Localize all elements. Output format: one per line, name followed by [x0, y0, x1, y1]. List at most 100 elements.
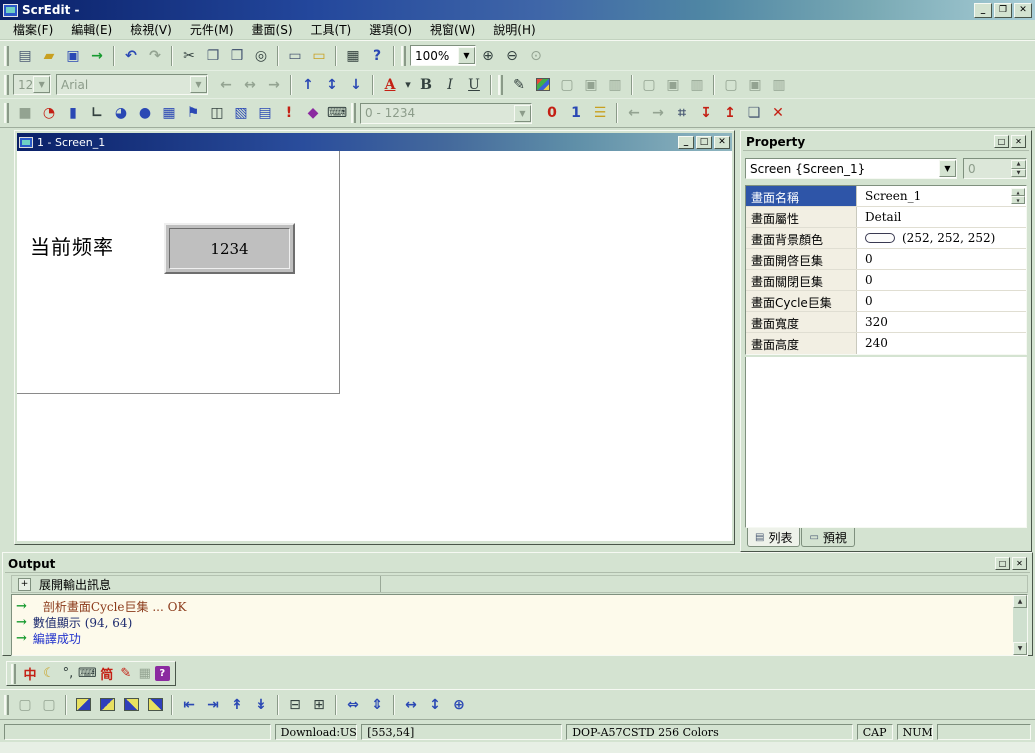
menu-options[interactable]: 選項(O) [360, 19, 421, 40]
output-column-divider[interactable] [380, 576, 381, 592]
property-close-button[interactable]: ✕ [1011, 135, 1026, 148]
chevron-down-icon[interactable]: ▼ [939, 160, 956, 177]
ime-language-icon[interactable]: 中 [21, 664, 39, 683]
align-bottom-icon[interactable]: ↡ [249, 694, 273, 716]
tab-list[interactable]: ▤ 列表 [747, 528, 800, 547]
copy-icon[interactable]: ❐ [201, 45, 225, 67]
background-color-swatch[interactable] [865, 233, 895, 243]
zoom-in-icon[interactable]: ⊕ [476, 45, 500, 67]
align-text-left-icon[interactable]: ← [214, 74, 238, 96]
property-row-open-macro[interactable]: 畫面開啓巨集 0 [746, 249, 1026, 270]
ime-charset-icon[interactable]: 简 [98, 664, 116, 683]
pie-element-icon[interactable]: ◕ [109, 102, 133, 124]
ime-shape-icon[interactable]: ☾ [40, 664, 58, 683]
toolbar-grip[interactable] [4, 103, 9, 123]
ime-grip[interactable] [11, 664, 16, 684]
close-button[interactable]: ✕ [1014, 3, 1032, 18]
same-width-icon[interactable]: ⇔ [341, 694, 365, 716]
group-icon[interactable]: ▢ [13, 694, 37, 716]
bring-forward-icon[interactable] [119, 694, 143, 716]
property-row-attribute[interactable]: 畫面屬性 Detail [746, 207, 1026, 228]
toolbar-grip[interactable] [4, 695, 9, 715]
property-row-background-color[interactable]: 畫面背景顏色 (252, 252, 252) [746, 228, 1026, 249]
state-frame-1-icon[interactable]: ▢ [637, 74, 661, 96]
pattern-element-icon[interactable]: ▦ [157, 102, 181, 124]
display-element-icon[interactable]: ◫ [205, 102, 229, 124]
output-expand-row[interactable]: + 展開輸出訊息 [11, 575, 1028, 593]
keyboard-element-icon[interactable]: ⌨ [325, 102, 349, 124]
animation-element-icon[interactable]: ◆ [301, 102, 325, 124]
output-message[interactable]: → 數值顯示 (94, 64) [14, 614, 1011, 630]
static-text-element[interactable]: 当前频率 [30, 231, 114, 260]
state-frame-3-icon[interactable]: ▥ [685, 74, 709, 96]
state-1-icon[interactable]: 1 [564, 102, 588, 124]
menu-view[interactable]: 檢視(V) [121, 19, 181, 40]
bar-element-icon[interactable]: ▮ [61, 102, 85, 124]
align-text-top-icon[interactable]: ↑ [296, 74, 320, 96]
property-maximize-button[interactable]: □ [994, 135, 1009, 148]
zoom-out-icon[interactable]: ⊖ [500, 45, 524, 67]
menu-help[interactable]: 說明(H) [484, 19, 544, 40]
input-element-icon[interactable]: ⚑ [181, 102, 205, 124]
underline-icon[interactable]: U [462, 74, 486, 96]
transparent-draw-icon[interactable]: ✎ [507, 74, 531, 96]
pattern-frame-1-icon[interactable]: ▢ [719, 74, 743, 96]
stretch-height-icon[interactable]: ↕ [423, 694, 447, 716]
italic-icon[interactable]: I [438, 74, 462, 96]
compile-icon[interactable]: ⌗ [670, 102, 694, 124]
cut-icon[interactable]: ✂ [177, 45, 201, 67]
font-name-combo[interactable]: Arial ▼ [56, 74, 208, 95]
object-selector-combo[interactable]: Screen {Screen_1} ▼ [745, 158, 957, 179]
zoom-level-combo[interactable]: 100% ▼ [410, 45, 476, 66]
output-scrollbar[interactable]: ▲ ▼ [1013, 595, 1027, 655]
property-row-cycle-macro[interactable]: 畫面Cycle巨集 0 [746, 291, 1026, 312]
center-horizontal-icon[interactable]: ⊟ [283, 694, 307, 716]
toolbar-grip[interactable] [351, 103, 356, 123]
property-row-name[interactable]: 畫面名稱 Screen_1 ▲ ▼ [746, 186, 1026, 207]
toolbar-grip[interactable] [4, 75, 9, 95]
meter-element-icon[interactable]: ◔ [37, 102, 61, 124]
align-right-icon[interactable]: ⇥ [201, 694, 225, 716]
align-text-center-icon[interactable]: ↔ [238, 74, 262, 96]
same-height-icon[interactable]: ⇕ [365, 694, 389, 716]
font-color-icon[interactable]: A [378, 74, 402, 96]
doc-maximize-button[interactable]: □ [696, 136, 712, 149]
button-element-icon[interactable]: ■ [13, 102, 37, 124]
bring-to-front-icon[interactable] [71, 694, 95, 716]
toolbar-grip[interactable] [401, 46, 406, 66]
color-setup-icon[interactable] [531, 74, 555, 96]
property-panel-header[interactable]: Property □ ✕ [743, 133, 1029, 151]
font-color-dropdown-icon[interactable]: ▾ [402, 74, 414, 96]
alarm-element-icon[interactable]: ! [277, 102, 301, 124]
numeric-display-element[interactable]: 1234 [164, 223, 295, 274]
align-top-icon[interactable]: ↟ [225, 694, 249, 716]
chevron-down-icon[interactable]: ▼ [458, 47, 475, 64]
pattern-frame-3-icon[interactable]: ▥ [767, 74, 791, 96]
expand-icon[interactable]: + [18, 578, 31, 591]
menu-screen[interactable]: 畫面(S) [243, 19, 302, 40]
frame-style-3-icon[interactable]: ▥ [603, 74, 627, 96]
send-backward-icon[interactable] [143, 694, 167, 716]
pattern-frame-2-icon[interactable]: ▣ [743, 74, 767, 96]
property-row-width[interactable]: 畫面寬度 320 [746, 312, 1026, 333]
save-icon[interactable]: ▣ [61, 45, 85, 67]
ime-punctuation-icon[interactable]: °, [59, 664, 77, 683]
keypad-element-icon[interactable]: ▤ [253, 102, 277, 124]
output-close-button[interactable]: ✕ [1012, 557, 1027, 570]
next-screen-icon[interactable]: → [646, 102, 670, 124]
document-title-bar[interactable]: 1 - Screen_1 _ □ ✕ [17, 133, 732, 151]
ime-pad-icon[interactable]: ▦ [136, 664, 154, 683]
paste-icon[interactable]: ❒ [225, 45, 249, 67]
frame-style-2-icon[interactable]: ▣ [579, 74, 603, 96]
download-all-icon[interactable]: ↥ [718, 102, 742, 124]
send-to-back-icon[interactable] [95, 694, 119, 716]
frame-style-1-icon[interactable]: ▢ [555, 74, 579, 96]
property-row-height[interactable]: 畫面高度 240 [746, 333, 1026, 354]
menu-element[interactable]: 元件(M) [181, 19, 243, 40]
menu-edit[interactable]: 編輯(E) [62, 19, 121, 40]
toolbar-grip[interactable] [4, 46, 9, 66]
doc-minimize-button[interactable]: _ [678, 136, 694, 149]
align-text-right-icon[interactable]: → [262, 74, 286, 96]
screen-canvas[interactable]: 当前频率 1234 [17, 151, 732, 541]
new-screen-icon[interactable]: ▭ [283, 45, 307, 67]
